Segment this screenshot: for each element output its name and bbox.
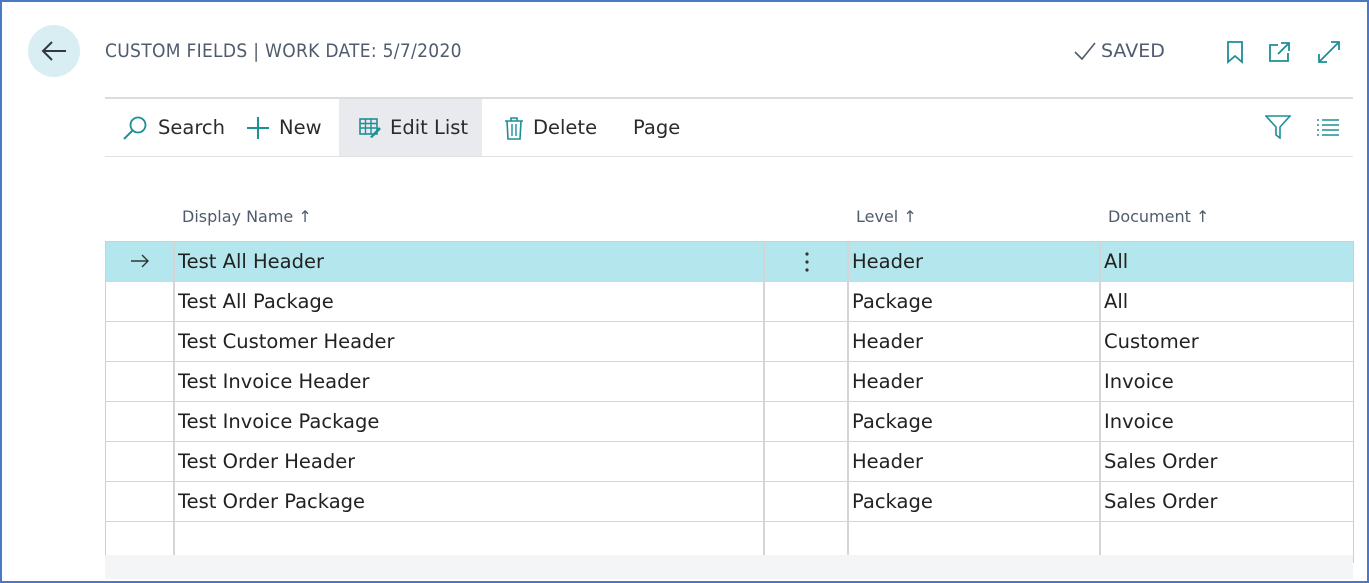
table-row[interactable]: Test Order Package Package Sales Order	[106, 482, 1353, 522]
cell-display-name[interactable]: Test All Header	[178, 242, 324, 281]
cell-level[interactable]: Header	[852, 242, 923, 281]
edit-list-label: Edit List	[390, 116, 469, 139]
search-button[interactable]: Search	[121, 99, 225, 156]
column-header-level[interactable]: Level ↑	[856, 207, 917, 226]
column-divider	[763, 242, 765, 562]
search-label: Search	[158, 116, 225, 139]
list-view-icon[interactable]	[1316, 117, 1340, 137]
table-row[interactable]: Test All Package Package All	[106, 282, 1353, 322]
back-button[interactable]	[28, 25, 80, 77]
open-new-window-icon[interactable]	[1268, 40, 1292, 64]
current-row-arrow-icon	[131, 254, 149, 268]
page-footer-band	[105, 555, 1353, 579]
cell-document[interactable]: Sales Order	[1104, 482, 1218, 521]
cell-level[interactable]: Header	[852, 442, 923, 481]
cell-level[interactable]: Package	[852, 482, 933, 521]
column-divider	[173, 242, 175, 562]
search-icon	[123, 116, 147, 140]
trash-icon	[505, 116, 523, 140]
page-menu-button[interactable]: Page	[633, 99, 680, 156]
column-divider	[847, 242, 849, 562]
column-divider	[1099, 242, 1101, 562]
cell-level[interactable]: Package	[852, 402, 933, 441]
cell-document[interactable]: Invoice	[1104, 402, 1174, 441]
page-label: Page	[633, 116, 681, 139]
back-arrow-icon	[41, 41, 66, 61]
table-row[interactable]: Test Invoice Package Package Invoice	[106, 402, 1353, 442]
column-header-label: Display Name	[182, 207, 294, 226]
sort-ascending-icon: ↑	[903, 207, 917, 226]
column-header-label: Level	[856, 207, 899, 226]
cell-display-name[interactable]: Test Order Package	[178, 482, 365, 521]
delete-label: Delete	[533, 116, 598, 139]
more-options-icon[interactable]	[804, 251, 810, 273]
table-row[interactable]: Test All Header Header All	[106, 242, 1353, 282]
expand-icon[interactable]	[1317, 40, 1341, 64]
table-row[interactable]: Test Customer Header Header Customer	[106, 322, 1353, 362]
cell-document[interactable]: Sales Order	[1104, 442, 1218, 481]
cell-display-name[interactable]: Test All Package	[178, 282, 334, 321]
cell-document[interactable]: Customer	[1104, 322, 1199, 361]
new-label: New	[279, 116, 322, 139]
cell-level[interactable]: Package	[852, 282, 933, 321]
column-header-label: Document	[1108, 207, 1191, 226]
plus-icon	[247, 116, 269, 139]
cell-display-name[interactable]: Test Customer Header	[178, 322, 395, 361]
cell-document[interactable]: All	[1104, 282, 1128, 321]
cell-level[interactable]: Header	[852, 322, 923, 361]
table-row[interactable]: Test Order Header Header Sales Order	[106, 442, 1353, 482]
page-title: CUSTOM FIELDS | WORK DATE: 5/7/2020	[105, 40, 462, 62]
action-bar-divider	[105, 156, 1353, 157]
sort-ascending-icon: ↑	[298, 207, 312, 226]
saved-status: SAVED	[1073, 40, 1165, 62]
column-header-display-name[interactable]: Display Name ↑	[182, 207, 312, 226]
new-button[interactable]: New	[246, 99, 322, 156]
filter-icon[interactable]	[1265, 115, 1291, 139]
custom-fields-table: Test All Header Header All Test All Pack…	[105, 241, 1354, 563]
action-bar: Search New Edit List Delete Page	[105, 99, 1353, 156]
cell-level[interactable]: Header	[852, 362, 923, 401]
edit-list-icon	[359, 117, 381, 138]
edit-list-button[interactable]: Edit List	[339, 99, 482, 156]
cell-display-name[interactable]: Test Invoice Package	[178, 402, 379, 441]
delete-button[interactable]: Delete	[504, 99, 597, 156]
cell-display-name[interactable]: Test Invoice Header	[178, 362, 370, 401]
cell-document[interactable]: Invoice	[1104, 362, 1174, 401]
cell-display-name[interactable]: Test Order Header	[178, 442, 355, 481]
table-row[interactable]: Test Invoice Header Header Invoice	[106, 362, 1353, 402]
bookmark-icon[interactable]	[1223, 40, 1247, 64]
sort-ascending-icon: ↑	[1195, 207, 1210, 226]
checkmark-icon	[1074, 42, 1096, 61]
saved-label: SAVED	[1101, 40, 1165, 62]
column-header-document[interactable]: Document ↑	[1108, 207, 1209, 226]
cell-document[interactable]: All	[1104, 242, 1128, 281]
